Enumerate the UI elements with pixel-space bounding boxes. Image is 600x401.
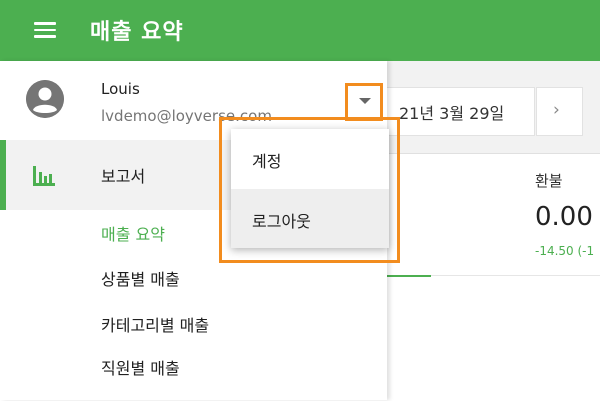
refund-delta: -14.50 (-1 <box>535 244 595 258</box>
refund-label: 환불 <box>535 172 563 190</box>
active-indicator <box>0 140 6 210</box>
date-range-text: 21년 3월 29일 <box>399 104 505 123</box>
sidebar-subitem-sales-by-item[interactable]: 상품별 매출 <box>101 266 180 290</box>
account-circle-icon <box>26 80 64 118</box>
sidebar-subitem-sales-by-employee[interactable]: 직원별 매출 <box>101 355 180 379</box>
chevron-right-icon: › <box>553 100 560 120</box>
sidebar-item-label: 보고서 <box>101 167 146 186</box>
app-bar: 매출 요약 <box>0 0 600 61</box>
refund-value: 0.00 <box>535 202 593 232</box>
user-name: Louis <box>101 80 140 98</box>
main-content: 21년 3월 29일 › 환불 0.00 -14.50 (-1 <box>387 61 600 401</box>
highlight-box-dropdown <box>345 83 383 121</box>
bar-chart-icon <box>33 166 55 186</box>
next-date-button[interactable]: › <box>536 87 583 136</box>
highlight-box-menu <box>219 117 400 263</box>
date-range-picker[interactable]: 21년 3월 29일 <box>387 87 535 136</box>
sidebar-subitem-sales-summary[interactable]: 매출 요약 <box>101 221 165 245</box>
hamburger-icon[interactable] <box>34 22 56 38</box>
summary-card: 환불 0.00 -14.50 (-1 <box>387 153 600 401</box>
selected-tab-underline <box>387 275 431 277</box>
sidebar-subitem-sales-by-category[interactable]: 카테고리별 매출 <box>101 312 209 336</box>
divider <box>431 275 600 276</box>
page-title: 매출 요약 <box>90 20 184 45</box>
